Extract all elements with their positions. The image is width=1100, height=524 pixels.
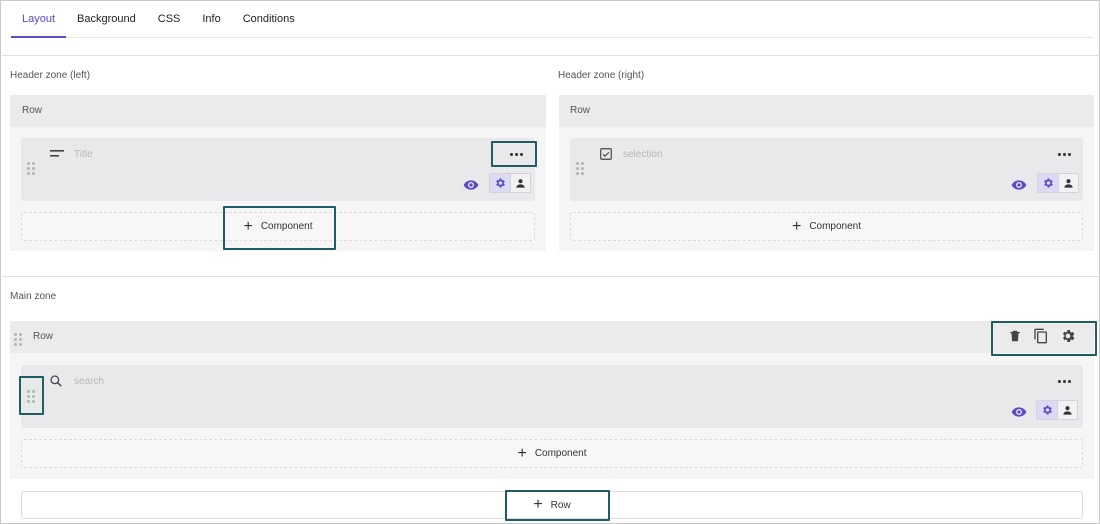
- add-component-button[interactable]: + Component: [21, 212, 535, 241]
- checkbox-icon: [600, 148, 612, 160]
- component-permissions-button[interactable]: [509, 174, 530, 192]
- component-settings-button[interactable]: [1038, 174, 1058, 192]
- visibility-eye-icon[interactable]: [1011, 404, 1027, 420]
- more-options-button[interactable]: [1053, 146, 1075, 162]
- header-right-row: Row selection + Component: [559, 95, 1094, 251]
- add-component-button[interactable]: + Component: [21, 439, 1083, 468]
- person-icon: [1064, 178, 1073, 188]
- delete-icon: [1010, 330, 1020, 342]
- header-left-row: Row Title + Component: [10, 95, 546, 251]
- add-component-label: Component: [809, 221, 862, 232]
- divider: [2, 276, 1100, 277]
- row-header: Row: [10, 321, 1094, 353]
- add-row-button[interactable]: + Row: [21, 491, 1083, 519]
- component-name: selection: [623, 149, 663, 160]
- settings-icon: [1062, 330, 1075, 342]
- plus-icon: +: [791, 217, 802, 235]
- add-component-button[interactable]: + Component: [570, 212, 1083, 241]
- tab-css[interactable]: CSS: [147, 1, 192, 38]
- component-name: search: [74, 376, 105, 387]
- row-label: Row: [570, 105, 591, 116]
- gear-icon: [1043, 178, 1053, 188]
- component-permissions-button[interactable]: [1056, 401, 1077, 419]
- row-header: Row: [559, 95, 1094, 127]
- layout-editor: Layout Background CSS Info Conditions He…: [0, 0, 1100, 524]
- component-actions: [1037, 173, 1079, 193]
- tab-conditions[interactable]: Conditions: [232, 1, 306, 38]
- main-row: Row search + Component: [10, 321, 1094, 479]
- plus-icon: +: [533, 496, 543, 513]
- row-settings-button[interactable]: [1060, 328, 1076, 344]
- short-text-icon: [50, 150, 64, 157]
- drag-handle-icon[interactable]: [27, 162, 35, 175]
- copy-icon: [1034, 328, 1047, 344]
- search-icon: [50, 375, 62, 387]
- component-card-search: search: [21, 365, 1083, 428]
- header-right-zone-label: Header zone (right): [558, 70, 645, 81]
- plus-icon: +: [243, 217, 253, 235]
- row-drag-handle-icon[interactable]: [14, 333, 22, 346]
- drag-handle-icon[interactable]: [576, 162, 584, 175]
- component-card-title: Title: [21, 138, 535, 201]
- drag-handle-icon[interactable]: [27, 390, 35, 403]
- person-icon: [1063, 405, 1072, 415]
- visibility-eye-icon[interactable]: [463, 177, 479, 193]
- more-options-button[interactable]: [505, 146, 527, 162]
- add-component-label: Component: [260, 221, 313, 232]
- row-header: Row: [10, 95, 546, 127]
- plus-icon: +: [517, 444, 527, 462]
- component-settings-button[interactable]: [490, 174, 510, 192]
- more-options-button[interactable]: [1053, 373, 1075, 389]
- add-component-label: Component: [534, 448, 587, 459]
- row-label: Row: [22, 105, 43, 116]
- row-tools: [1008, 328, 1076, 344]
- component-actions: [1036, 400, 1078, 420]
- delete-row-button[interactable]: [1008, 328, 1022, 344]
- person-icon: [516, 178, 525, 188]
- component-settings-button[interactable]: [1037, 401, 1057, 419]
- visibility-eye-icon[interactable]: [1011, 177, 1027, 193]
- divider: [2, 55, 1100, 56]
- row-label: Row: [33, 331, 54, 342]
- duplicate-row-button[interactable]: [1033, 328, 1049, 344]
- tab-layout[interactable]: Layout: [11, 1, 67, 38]
- component-card-selection: selection: [570, 138, 1083, 201]
- component-permissions-button[interactable]: [1057, 174, 1078, 192]
- component-actions: [489, 173, 531, 193]
- component-name: Title: [74, 149, 93, 160]
- header-left-zone-label: Header zone (left): [10, 70, 91, 81]
- gear-icon: [1042, 405, 1052, 415]
- tab-background[interactable]: Background: [66, 1, 147, 38]
- tab-info[interactable]: Info: [191, 1, 231, 38]
- main-zone-label: Main zone: [10, 291, 57, 302]
- add-row-label: Row: [550, 499, 571, 511]
- gear-icon: [495, 178, 505, 188]
- tab-bar: Layout Background CSS Info Conditions: [11, 1, 1093, 38]
